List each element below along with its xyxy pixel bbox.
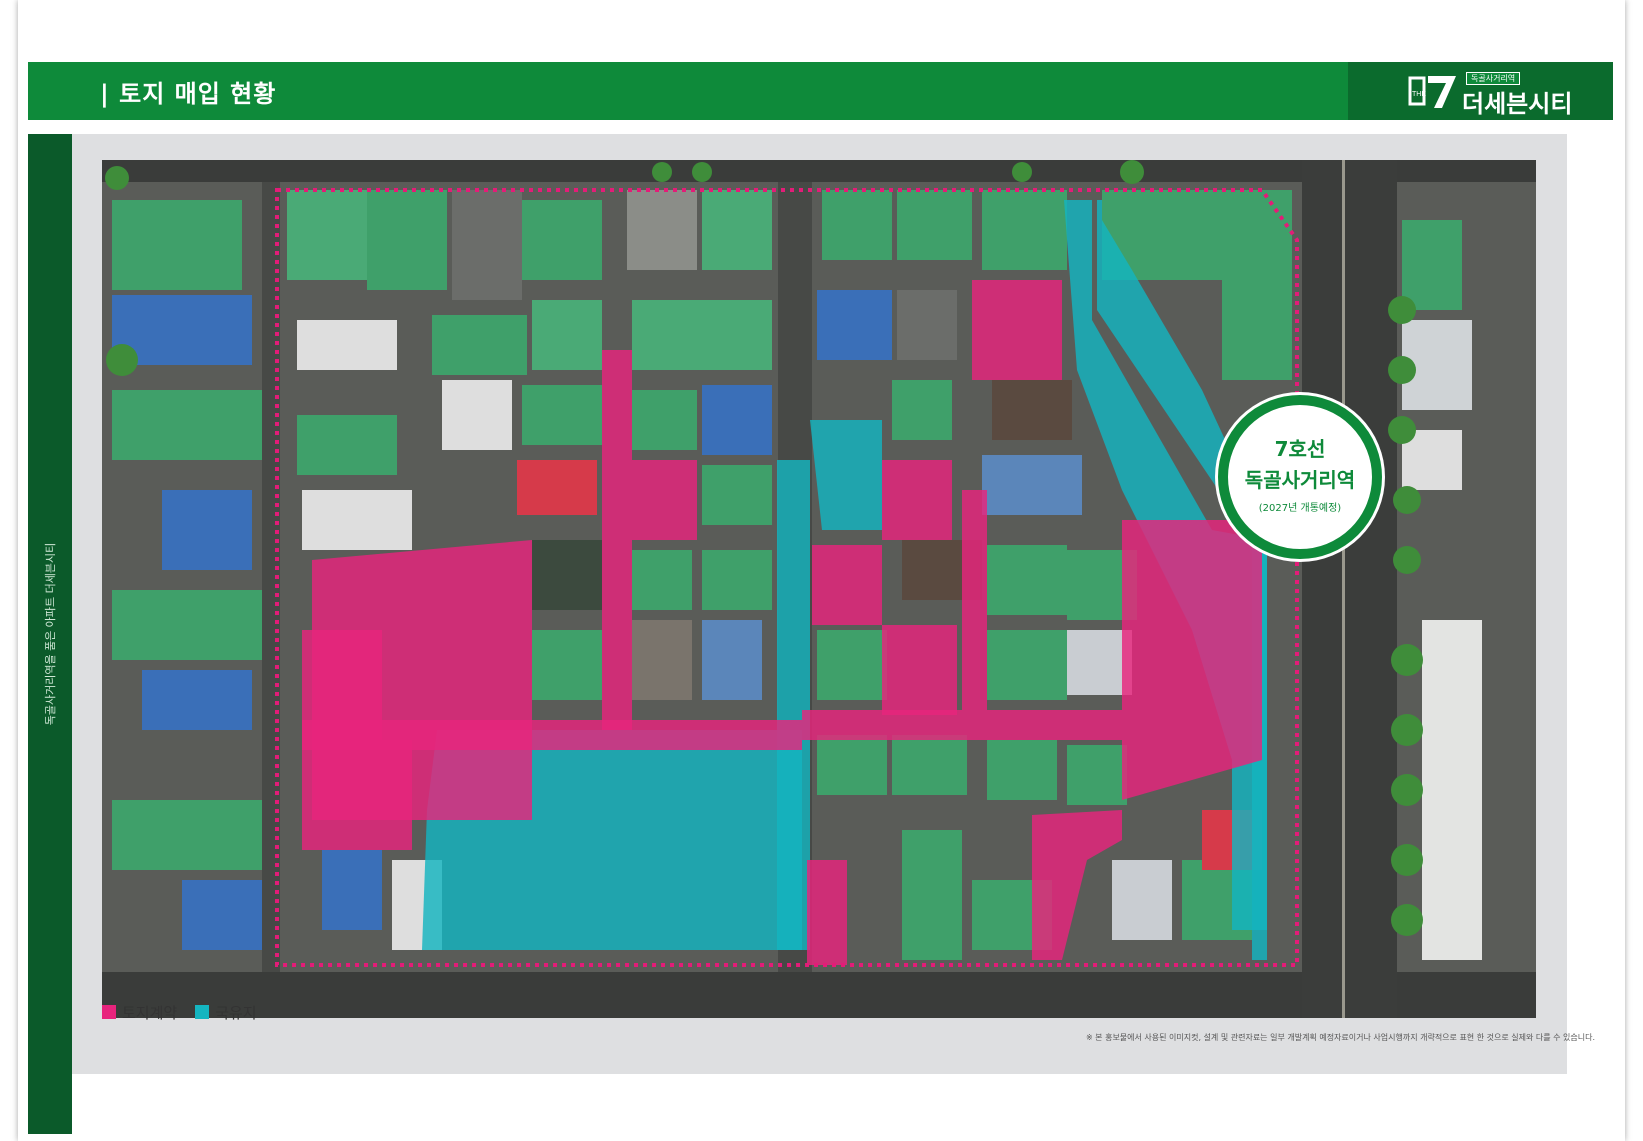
- brand-box: THE 독골사거리역 더세븐시티: [1348, 62, 1613, 120]
- station-note: (2027년 개통예정): [1258, 503, 1342, 514]
- svg-text:THE: THE: [1412, 91, 1426, 98]
- map-legend: 토지계약 국유지: [102, 1000, 257, 1024]
- station-line: 7호선: [1274, 437, 1326, 461]
- disclaimer-text: ※ 본 홍보물에서 사용된 이미지컷, 설계 및 관련자료는 일부 개발계획 예…: [1085, 1033, 1595, 1042]
- road-east: [1302, 160, 1397, 1018]
- legend-item-state: 국유지: [195, 1002, 257, 1023]
- brand-logo-icon: THE: [1408, 76, 1456, 108]
- legend-swatch-contract: [102, 1005, 116, 1019]
- legend-swatch-state: [195, 1005, 210, 1019]
- legend-label-contract: 토지계약: [122, 1003, 178, 1022]
- station-badge: 7호선 독골사거리역 (2027년 개통예정): [1218, 395, 1382, 559]
- map-panel: 7호선 독골사거리역 (2027년 개통예정): [72, 134, 1567, 1074]
- side-caption: 독골사거리역을 품은 아파트 더세븐시티: [44, 542, 57, 726]
- header-bar: | 토지 매입 현황 THE 독골사거리역 더세븐시티: [28, 62, 1613, 120]
- legend-item-contract: 토지계약: [102, 1002, 177, 1023]
- station-name: 독골사거리역: [1244, 468, 1356, 492]
- brand-name: 더세븐시티: [1462, 90, 1573, 118]
- side-strip: 독골사거리역을 품은 아파트 더세븐시티: [28, 134, 72, 1134]
- aerial-map-graphic: [102, 160, 1536, 1018]
- page-title: | 토지 매입 현황: [100, 80, 277, 108]
- legend-label-state: 국유지: [215, 1003, 257, 1022]
- aerial-map: 7호선 독골사거리역 (2027년 개통예정): [102, 160, 1536, 1018]
